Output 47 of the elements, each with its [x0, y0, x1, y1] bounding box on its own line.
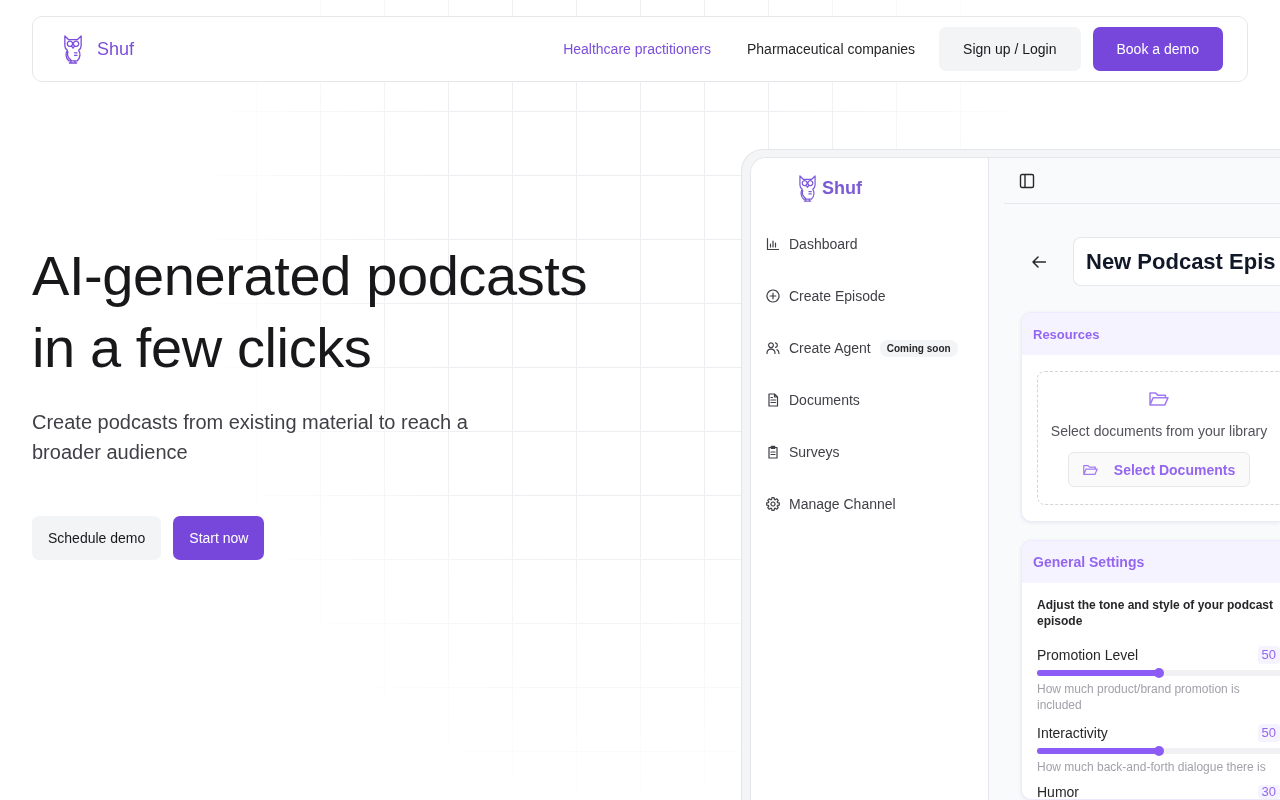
brand-name[interactable]: Shuf [97, 38, 135, 60]
folder-icon [1149, 390, 1169, 408]
document-drop-zone[interactable]: Select documents from your library Select Documents [1037, 371, 1280, 505]
document-icon [766, 393, 780, 407]
slider-thumb[interactable] [1153, 746, 1164, 756]
sidebar-item[interactable]: Surveys [759, 434, 980, 470]
settings-description: Adjust the tone and style of your podcast episode [1037, 597, 1275, 629]
select-documents-button[interactable]: Select Documents [1067, 452, 1251, 487]
hero-heading: AI-generated podcasts in a few clicks [32, 243, 589, 381]
sidebar-item[interactable]: Dashboard [759, 226, 980, 262]
sidebar-brand-name: Shuf [822, 178, 862, 199]
back-arrow-icon[interactable] [1032, 255, 1046, 268]
sidebar-item[interactable]: Create Agent Coming soon [759, 330, 980, 366]
slider-value-badge: 50 [1257, 724, 1280, 742]
sidebar-item[interactable]: Create Episode [759, 278, 980, 314]
nav-link[interactable]: Healthcare practitioners [551, 27, 723, 71]
slider-value-badge: 30 [1257, 785, 1280, 799]
slider-hint: How much product/brand promotion is included [1037, 681, 1241, 713]
slider-label: Humor [1037, 785, 1079, 799]
status-badge: Coming soon [879, 339, 958, 357]
bar-chart-icon [766, 237, 780, 251]
slider-hint: How much back-and-forth dialogue there is [1037, 759, 1267, 775]
drop-zone-text: Select documents from your library [1050, 422, 1268, 441]
title-field[interactable]: New Podcast Epis [1073, 237, 1280, 286]
schedule-demo-button[interactable]: Schedule demo [32, 516, 162, 560]
nav-link[interactable]: Pharmaceutical companies [735, 27, 928, 71]
slider-value-badge: 50 [1257, 646, 1280, 664]
slider-label: Interactivity [1037, 725, 1108, 741]
card-header: General Settings [1022, 541, 1280, 583]
sidebar-item[interactable]: Manage Channel [759, 486, 980, 522]
book-demo-button[interactable]: Book a demo [1092, 27, 1223, 71]
folder-icon [1082, 463, 1098, 476]
gear-icon [766, 497, 780, 511]
login-button[interactable]: Sign up / Login [939, 27, 1081, 71]
slider-thumb[interactable] [1153, 668, 1164, 678]
hero-subtitle: Create podcasts from existing material to reach a broader audience [32, 410, 469, 465]
slider[interactable] [1037, 746, 1280, 756]
card-header: Resources [1022, 313, 1280, 355]
sidebar-toggle-icon[interactable] [1019, 172, 1035, 189]
sidebar-item[interactable]: Documents [759, 382, 980, 418]
start-now-button[interactable]: Start now [173, 516, 265, 560]
owl-logo-icon [62, 34, 84, 64]
slider-label: Promotion Level [1037, 647, 1139, 663]
owl-logo-icon [797, 175, 818, 202]
slider[interactable] [1037, 668, 1280, 678]
users-icon [766, 341, 780, 355]
clipboard-icon [766, 445, 780, 459]
